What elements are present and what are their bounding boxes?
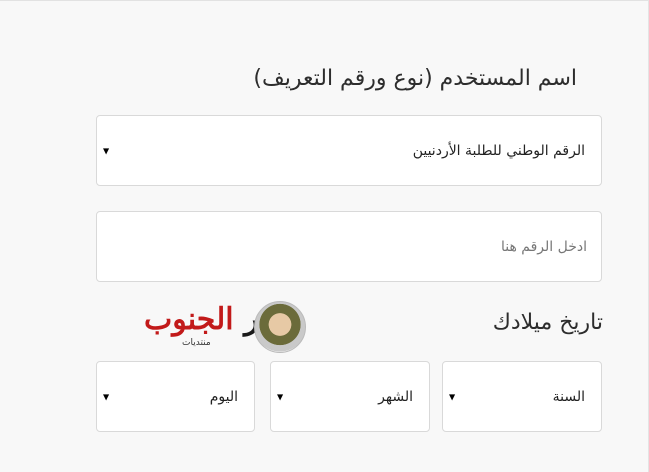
logo-seal-icon: [254, 301, 306, 353]
dob-heading: تاريخ ميلادك: [492, 310, 603, 335]
chevron-down-icon: ▼: [277, 392, 284, 401]
birth-day-value: اليوم: [209, 388, 238, 405]
birth-year-value: السنة: [552, 388, 585, 405]
id-type-select[interactable]: الرقم الوطني للطلبة الأردنيين ▼: [96, 115, 602, 186]
forum-logo: صقر الجنوب منتديات: [142, 298, 306, 358]
logo-subtitle: منتديات: [182, 338, 211, 348]
birth-month-select[interactable]: الشهر ▼: [270, 361, 430, 432]
birth-year-select[interactable]: السنة ▼: [442, 361, 602, 432]
chevron-down-icon: ▼: [103, 392, 110, 401]
id-section-heading: اسم المستخدم (نوع ورقم التعريف): [253, 66, 577, 91]
birth-month-value: الشهر: [378, 388, 413, 405]
id-number-input[interactable]: [96, 211, 602, 282]
birth-day-select[interactable]: اليوم ▼: [96, 361, 255, 432]
chevron-down-icon: ▼: [103, 146, 110, 155]
top-divider: [0, 0, 649, 4]
id-type-selected-value: الرقم الوطني للطلبة الأردنيين: [412, 142, 585, 159]
chevron-down-icon: ▼: [449, 392, 456, 401]
